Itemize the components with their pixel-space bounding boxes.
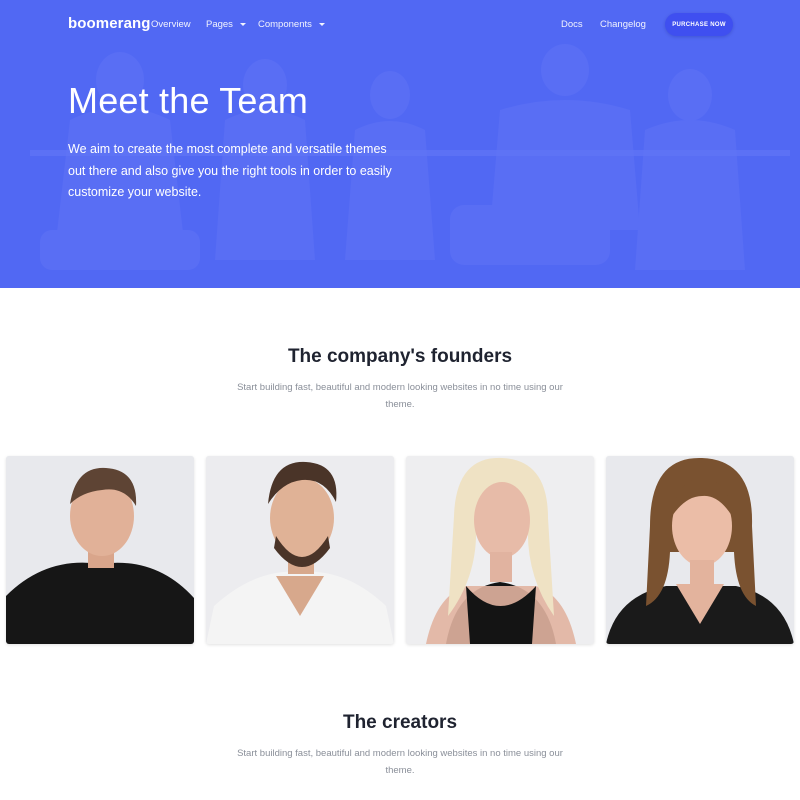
brand-logo[interactable]: boomerang — [68, 15, 151, 32]
founders-title: The company's founders — [287, 346, 513, 367]
nav-components[interactable]: Components — [258, 19, 325, 30]
founder-photo-2 — [206, 456, 394, 644]
chevron-down-icon — [318, 23, 325, 26]
hero-section: boomerang Overview Pages Components Docs… — [0, 0, 800, 288]
nav-changelog-label: Changelog — [600, 19, 646, 30]
hero-description: We aim to create the most complete and v… — [68, 142, 392, 199]
creators-title: The creators — [342, 712, 458, 733]
nav-docs-label: Docs — [561, 19, 583, 30]
team-card-photo[interactable] — [406, 456, 594, 644]
nav-overview[interactable]: Overview — [151, 19, 191, 30]
nav-pages-label: Pages — [206, 19, 233, 30]
nav-docs[interactable]: Docs — [561, 19, 583, 30]
nav-components-label: Components — [258, 19, 312, 30]
team-card-photo[interactable] — [206, 456, 394, 644]
nav-changelog[interactable]: Changelog — [600, 19, 646, 30]
purchase-now-button[interactable]: PURCHASE NOW — [665, 13, 733, 36]
team-card-photo[interactable] — [606, 456, 794, 644]
chevron-down-icon — [239, 23, 246, 26]
page-title: Meet the Team — [68, 80, 309, 121]
founder-photo-4 — [606, 456, 794, 644]
founder-photo-3 — [406, 456, 594, 644]
nav-pages[interactable]: Pages — [206, 19, 246, 30]
creators-subtitle: Start building fast, beautiful and moder… — [237, 748, 563, 776]
founders-subtitle: Start building fast, beautiful and moder… — [237, 382, 563, 410]
team-card-photo[interactable] — [6, 456, 194, 644]
top-navbar: boomerang Overview Pages Components Docs… — [0, 0, 800, 50]
founder-photo-1 — [6, 456, 194, 644]
nav-overview-label: Overview — [151, 19, 191, 30]
